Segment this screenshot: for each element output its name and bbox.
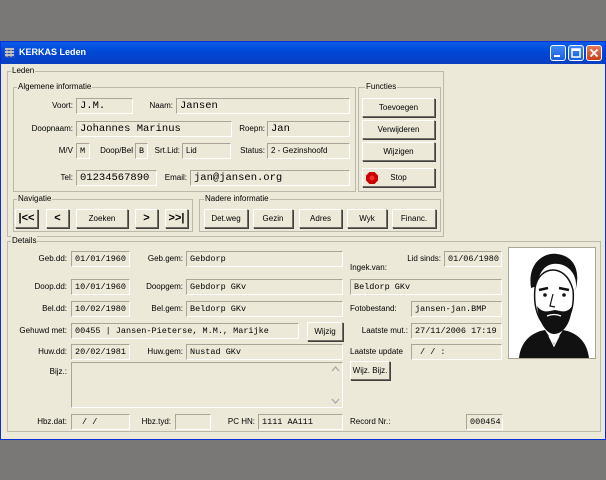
doopnaam-field[interactable]: Johannes Marinus [76, 121, 232, 137]
bijz-label: Bijz.: [49, 367, 67, 376]
next-record-button[interactable]: > [135, 209, 158, 228]
naam-label: Naam: [149, 101, 173, 110]
pchn-label: PC HN: [227, 417, 255, 426]
detweg-button[interactable]: Det.weg [204, 209, 248, 228]
srtlid-field[interactable]: Lid [182, 143, 231, 159]
huwgem-label: Huw.gem: [147, 347, 183, 356]
gezin-button[interactable]: Gezin [253, 209, 293, 228]
close-button[interactable] [586, 45, 602, 61]
window-title: KERKAS Leden [19, 47, 87, 57]
toevoegen-button[interactable]: Toevoegen [362, 98, 435, 117]
minimize-icon [554, 55, 560, 57]
wijzigen-button[interactable]: Wijzigen [362, 142, 435, 161]
member-photo [508, 247, 596, 359]
status-field[interactable]: 2 - Gezinshoofd [267, 143, 350, 159]
app-icon [4, 47, 15, 58]
status-label: Status: [240, 146, 265, 155]
algemene-informatie-label: Algemene informatie [17, 82, 93, 91]
email-field[interactable]: jan@jansen.org [190, 170, 350, 186]
ingekvan-field[interactable]: Beldorp GKv [350, 279, 502, 295]
hbztyd-label: Hbz.tyd: [141, 417, 171, 426]
verwijderen-button[interactable]: Verwijderen [362, 120, 435, 139]
zoeken-button[interactable]: Zoeken [76, 209, 128, 228]
laatsteupdate-field[interactable]: / / : [411, 344, 502, 360]
doopgem-label: Doopgem: [146, 282, 183, 291]
mv-label: M/V [58, 146, 73, 155]
hbztyd-field[interactable] [175, 414, 211, 430]
wijz-bijz-button[interactable]: Wijz. Bijz. [350, 361, 390, 380]
functies-label: Functies [365, 82, 398, 91]
huwdd-field[interactable]: 20/02/1981 [71, 344, 130, 360]
last-record-button[interactable]: >>| [165, 209, 188, 228]
mv-field[interactable]: M [76, 143, 90, 159]
lidsinds-label: Lid sinds: [407, 254, 441, 263]
voort-field[interactable]: J.M. [76, 98, 133, 114]
close-icon [589, 48, 599, 58]
beldd-label: Bel.dd: [42, 304, 67, 313]
adres-button[interactable]: Adres [299, 209, 342, 228]
previous-record-button[interactable]: < [46, 209, 69, 228]
gebdd-field[interactable]: 01/01/1960 [71, 251, 130, 267]
stop-icon [366, 172, 378, 184]
lidsinds-field[interactable]: 01/06/1980 [444, 251, 502, 267]
bijz-scrollbar[interactable] [329, 363, 342, 407]
minimize-button[interactable] [550, 45, 566, 61]
first-record-button[interactable]: |<< [15, 209, 38, 228]
wyk-button[interactable]: Wyk [347, 209, 387, 228]
wijzig-button[interactable]: Wijzig [307, 322, 343, 341]
gebdd-label: Geb.dd: [38, 254, 67, 263]
doopgem-field[interactable]: Gebdorp GKv [186, 279, 343, 295]
hbzdat-label: Hbz.dat: [37, 417, 67, 426]
doopdd-label: Doop.dd: [34, 282, 67, 291]
scroll-down-icon[interactable] [331, 397, 340, 405]
kerkas-leden-window: KERKAS Leden Leden Algemene informatie V… [0, 41, 606, 440]
stop-button[interactable]: Stop [362, 168, 435, 187]
laatstemut-field[interactable]: 27/11/2006 17:19 [411, 323, 502, 339]
pchn-field[interactable]: 1111 AA111 [258, 414, 343, 430]
huwgem-field[interactable]: Nustad GKv [186, 344, 343, 360]
huwdd-label: Huw.dd: [38, 347, 67, 356]
doopnaam-label: Doopnaam: [31, 124, 73, 133]
maximize-icon [571, 48, 581, 58]
naam-field[interactable]: Jansen [176, 98, 350, 114]
financ-button[interactable]: Financ. [392, 209, 436, 228]
details-group-label: Details [11, 236, 38, 245]
recordnr-label: Record Nr.: [350, 417, 391, 426]
fotobestand-field[interactable]: jansen-jan.BMP [411, 301, 502, 317]
gebgem-field[interactable]: Gebdorp [186, 251, 343, 267]
doopbel-field[interactable]: B [135, 143, 148, 159]
leden-group-label: Leden [11, 66, 36, 75]
ingekvan-label: Ingek.van: [350, 263, 387, 272]
belgem-label: Bel.gem: [151, 304, 183, 313]
laatsteupdate-label: Laatste update [350, 347, 403, 356]
belgem-field[interactable]: Beldorp GKv [186, 301, 343, 317]
recordnr-field: 000454 [466, 414, 503, 430]
tel-label: Tel: [60, 173, 73, 182]
bijz-memo[interactable] [71, 362, 343, 408]
gehuwd-label: Gehuwd met: [19, 326, 67, 335]
nadere-informatie-label: Nadere informatie [204, 194, 270, 203]
srtlid-label: Srt.Lid: [154, 146, 180, 155]
scroll-up-icon[interactable] [331, 365, 340, 373]
voort-label: Voort: [52, 101, 73, 110]
tel-field[interactable]: 01234567890 [76, 170, 157, 186]
doopdd-field[interactable]: 10/01/1960 [71, 279, 130, 295]
title-bar[interactable]: KERKAS Leden [1, 42, 605, 64]
navigatie-label: Navigatie [17, 194, 53, 203]
hbzdat-field[interactable]: / / [71, 414, 130, 430]
beldd-field[interactable]: 10/02/1980 [71, 301, 130, 317]
gebgem-label: Geb.gem: [147, 254, 183, 263]
portrait-image [519, 253, 589, 358]
roepn-field[interactable]: Jan [267, 121, 350, 137]
laatstemut-label: Laatste mut.: [361, 326, 408, 335]
stop-label: Stop [390, 173, 407, 182]
gehuwd-field[interactable]: 00455 | Jansen-Pieterse, M.M., Marijke [71, 323, 299, 339]
maximize-button[interactable] [568, 45, 584, 61]
doopbel-label: Doop/Bel [100, 146, 133, 155]
fotobestand-label: Fotobestand: [350, 304, 397, 313]
email-label: Email: [164, 173, 187, 182]
roepn-label: Roepn: [239, 124, 265, 133]
